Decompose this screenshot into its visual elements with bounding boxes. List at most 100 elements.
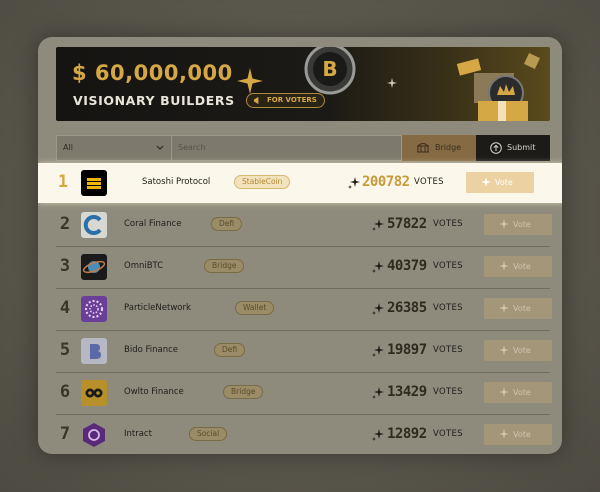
sparkle-icon	[499, 345, 509, 355]
rank-number: 7	[59, 424, 71, 444]
filter-bar: All Search Bridge Submit	[56, 135, 550, 161]
category-select-value: All	[63, 143, 73, 152]
vote-label: Vote	[513, 262, 531, 271]
score-value: 57822	[387, 216, 427, 232]
vote-button[interactable]: Vote	[484, 340, 552, 361]
sparkle-icon	[499, 429, 509, 439]
vote-label: Vote	[513, 388, 531, 397]
votes-label: VOTES	[433, 345, 463, 355]
rank-number: 6	[59, 382, 71, 402]
vote-label: Vote	[513, 220, 531, 229]
votes-label: VOTES	[433, 429, 463, 439]
project-name: ParticleNetwork	[124, 303, 191, 313]
category-tag: Defi	[211, 217, 243, 231]
rank-number: 5	[59, 340, 71, 360]
svg-text:B: B	[322, 57, 337, 81]
score-value: 12892	[387, 426, 427, 442]
project-name: Bido Finance	[124, 345, 179, 355]
sparkle-score-icon	[372, 387, 384, 399]
votes-label: VOTES	[433, 261, 463, 271]
category-tag: Bridge	[204, 259, 245, 273]
promo-banner[interactable]: $ 60,000,000 B VISIONARY BUILDERS FOR VO…	[56, 47, 550, 121]
bridge-button[interactable]: Bridge	[402, 135, 476, 161]
rank-number: 2	[59, 214, 71, 234]
vote-button[interactable]: Vote	[484, 298, 552, 319]
rank-number: 3	[59, 256, 71, 276]
upload-icon	[490, 142, 502, 154]
sparkle-icon	[499, 219, 509, 229]
vote-label: Vote	[513, 430, 531, 439]
category-select[interactable]: All	[56, 135, 172, 161]
score-value: 40379	[387, 258, 427, 274]
project-name: Owlto Finance	[124, 387, 184, 397]
score-value: 200782	[362, 174, 410, 190]
ranking-card: $ 60,000,000 B VISIONARY BUILDERS FOR VO…	[38, 37, 562, 454]
vote-label: Vote	[513, 346, 531, 355]
sparkle-small-icon	[387, 78, 397, 88]
list-item[interactable]: 5 Bido Finance Defi 19897 VOTES Vote	[56, 331, 552, 373]
list-item[interactable]: 2 Coral Finance Defi 57822 VOTES Vote	[56, 205, 552, 247]
votes-label: VOTES	[433, 219, 463, 229]
project-name: OmniBTC	[124, 261, 164, 271]
rank-number: 1	[57, 172, 69, 192]
sparkle-score-icon	[372, 303, 384, 315]
category-tag: StableCoin	[234, 175, 291, 189]
banner-subtitle: VISIONARY BUILDERS	[73, 93, 235, 108]
for-voters-badge: FOR VOTERS	[246, 93, 325, 108]
votes-label: VOTES	[433, 303, 463, 313]
submit-label: Submit	[507, 143, 536, 152]
sparkle-score-icon	[372, 219, 384, 231]
project-name: Satoshi Protocol	[142, 177, 211, 187]
bido-logo-icon	[81, 338, 107, 364]
chevron-down-icon	[156, 145, 164, 150]
vote-button[interactable]: Vote	[484, 256, 552, 277]
sparkle-score-icon	[372, 429, 384, 441]
category-tag: Wallet	[235, 301, 275, 315]
category-tag: Bridge	[223, 385, 264, 399]
banner-amount: $ 60,000,000	[72, 61, 233, 85]
list-item[interactable]: 1 Satoshi Protocol StableCoin 200782 VOT…	[38, 163, 562, 203]
submit-button[interactable]: Submit	[476, 135, 550, 161]
coral-logo-icon	[81, 212, 107, 238]
vote-button[interactable]: Vote	[484, 382, 552, 403]
vote-button[interactable]: Vote	[466, 172, 534, 193]
intract-logo-icon	[81, 422, 107, 448]
sparkle-score-icon	[348, 177, 360, 189]
megaphone-icon	[253, 96, 259, 105]
sparkle-score-icon	[372, 345, 384, 357]
list-item[interactable]: 3 OmniBTC Bridge 40379 VOTES Vote	[56, 247, 552, 289]
satoshi-logo-icon	[81, 170, 107, 196]
votes-label: VOTES	[433, 387, 463, 397]
gift-box-icon	[456, 53, 540, 121]
votes-label: VOTES	[414, 177, 444, 187]
project-name: Intract	[124, 429, 152, 439]
category-tag: Social	[189, 427, 228, 441]
vote-label: Vote	[513, 304, 531, 313]
rank-number: 4	[59, 298, 71, 318]
sparkle-icon	[481, 177, 491, 187]
sparkle-icon	[499, 387, 509, 397]
list-item[interactable]: 4 ParticleNetwork Wallet 26385 VOTES Vot…	[56, 289, 552, 331]
score-value: 13429	[387, 384, 427, 400]
search-input[interactable]: Search	[172, 135, 402, 161]
sparkle-icon	[499, 261, 509, 271]
badge-label: FOR VOTERS	[267, 96, 317, 104]
bridge-icon	[417, 143, 429, 153]
project-name: Coral Finance	[124, 219, 182, 229]
category-tag: Defi	[214, 343, 246, 357]
vote-label: Vote	[495, 178, 513, 187]
score-value: 19897	[387, 342, 427, 358]
particle-logo-icon	[81, 296, 107, 322]
sparkle-icon	[237, 68, 263, 94]
vote-button[interactable]: Vote	[484, 424, 552, 445]
search-placeholder: Search	[178, 143, 206, 152]
list-item[interactable]: 7 Intract Social 12892 VOTES Vote	[56, 415, 552, 454]
list-item[interactable]: 6 Owlto Finance Bridge 13429 VOTES Vote	[56, 373, 552, 415]
owlto-logo-icon	[81, 380, 107, 406]
score-value: 26385	[387, 300, 427, 316]
sparkle-icon	[499, 303, 509, 313]
bridge-label: Bridge	[435, 143, 462, 152]
omnibtc-logo-icon	[81, 254, 107, 280]
vote-button[interactable]: Vote	[484, 214, 552, 235]
sparkle-score-icon	[372, 261, 384, 273]
